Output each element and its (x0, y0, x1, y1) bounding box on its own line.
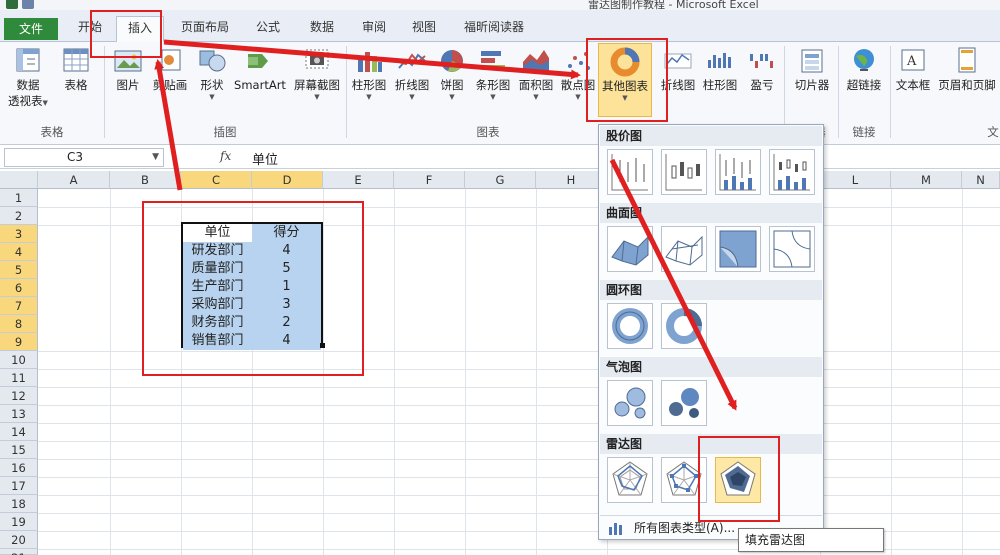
excel-window: 雷达图制作教程 - Microsoft Excel 文件 开始 插入 页面布局 … (0, 0, 1000, 555)
arrow-to-radar (609, 158, 738, 411)
annotation-arrows (154, 39, 738, 411)
arrow-to-insert-tab (154, 59, 183, 191)
arrow-to-other-charts (163, 39, 581, 80)
